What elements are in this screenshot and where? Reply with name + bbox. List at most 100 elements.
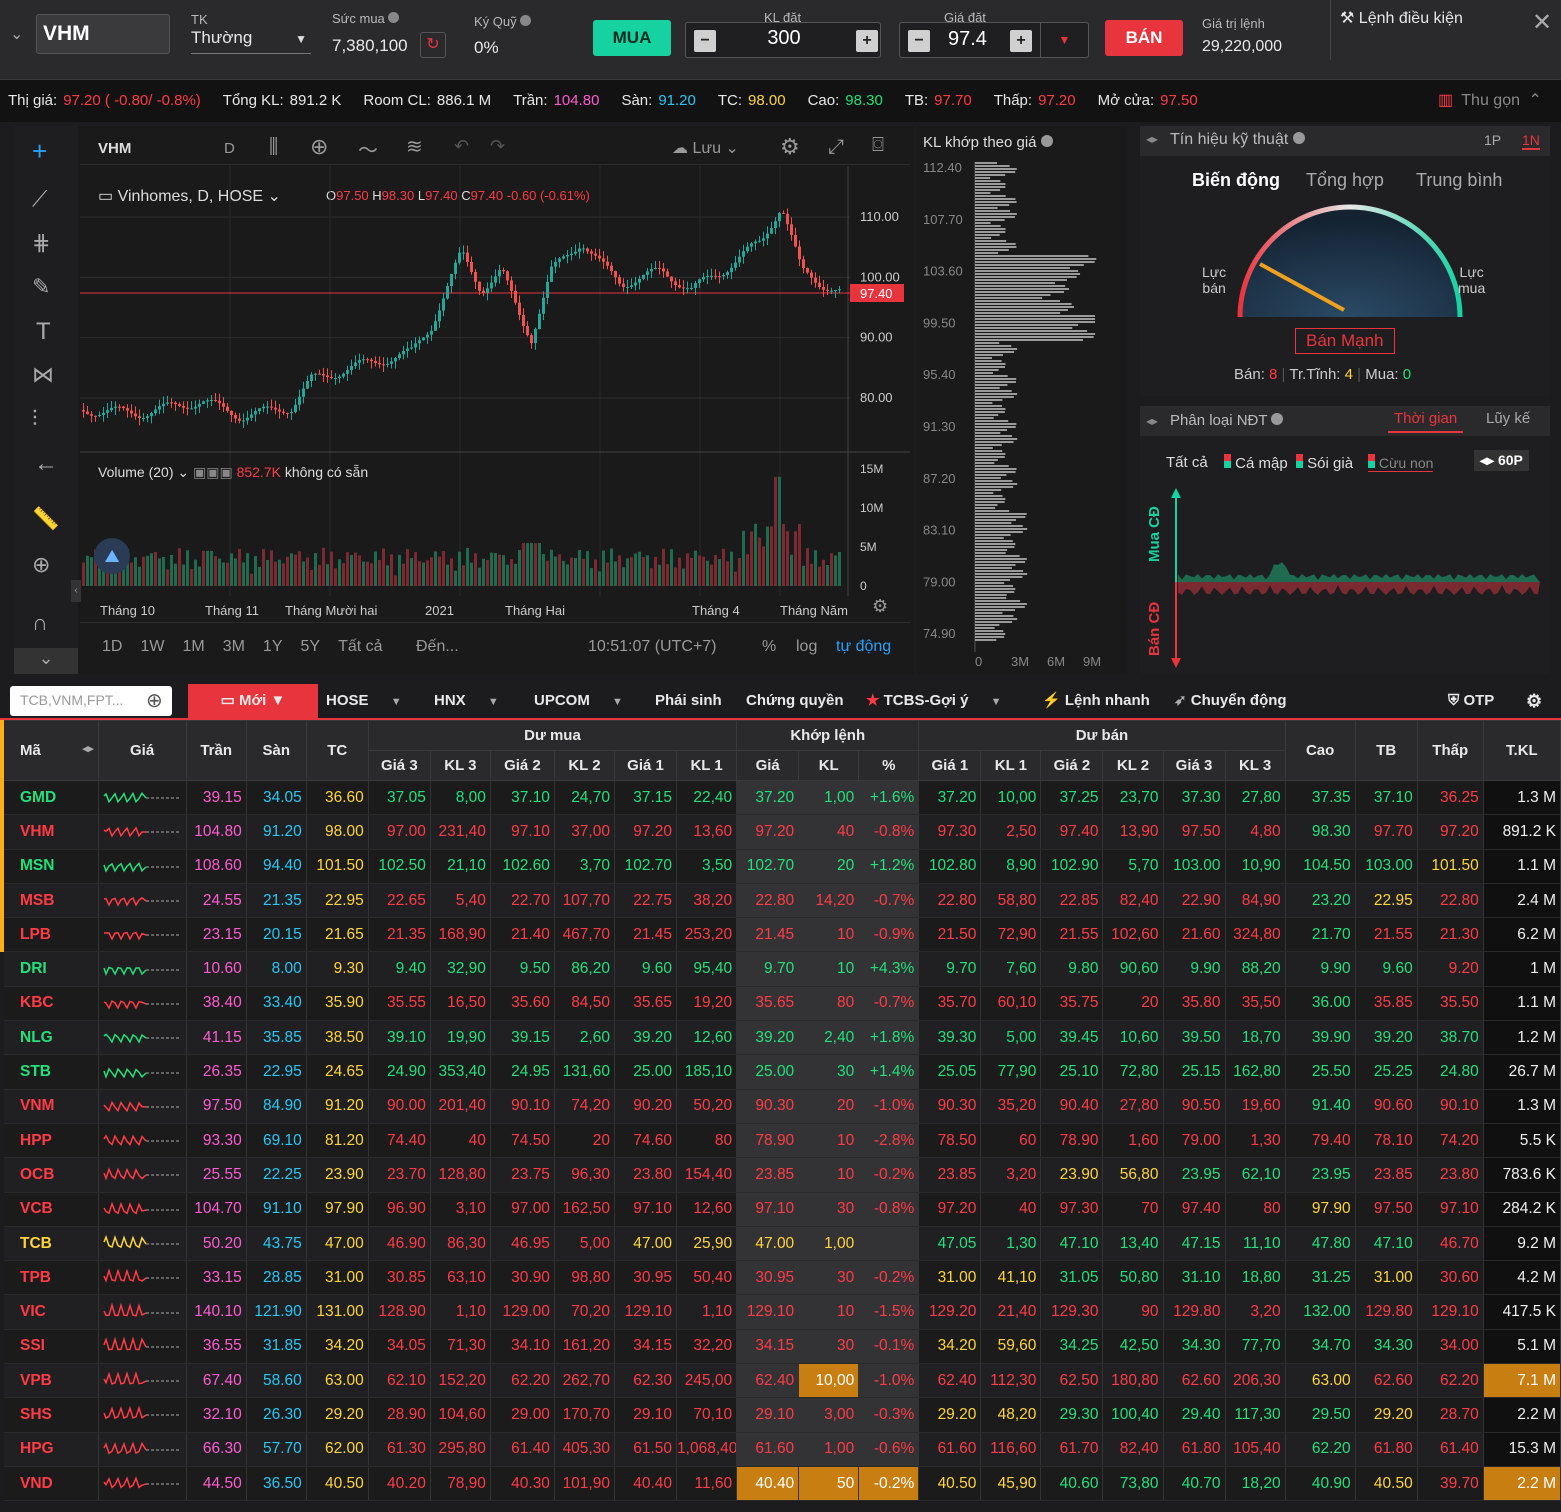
table-row[interactable]: HPG 66.30 57.70 62.00 61.30 295,80 61.40 405,30… xyxy=(2,1432,1561,1467)
plus-icon[interactable]: + xyxy=(856,30,878,52)
col-sub[interactable]: KL xyxy=(798,750,860,781)
table-row[interactable]: VIC 140.10 121.90 131.00 128.90 1,10 129.00 70,… xyxy=(2,1294,1561,1330)
period-select[interactable]: ◂▸ 60P xyxy=(1474,450,1529,471)
symbol-cell[interactable]: HPG xyxy=(2,1432,99,1467)
pitchfork-icon[interactable]: ⋕ xyxy=(32,230,50,256)
symbol-cell[interactable]: MSB xyxy=(0,883,99,919)
auto-toggle[interactable]: tự động xyxy=(836,638,891,656)
chevron-down-icon[interactable]: ⌄ xyxy=(10,24,23,44)
col-tb[interactable]: TB xyxy=(1354,720,1418,781)
symbol-input[interactable]: VHM xyxy=(36,14,170,54)
col-sub[interactable]: % xyxy=(858,750,920,781)
refresh-icon[interactable]: ↻ xyxy=(420,32,446,58)
col-san[interactable]: Sàn xyxy=(245,720,307,781)
tab-phai-sinh[interactable]: Phái sinh xyxy=(655,684,722,718)
price-stepper[interactable]: − 97.4 + ▼ xyxy=(899,22,1089,58)
crosshair-icon[interactable]: + xyxy=(32,136,47,167)
candle-type-icon[interactable]: ⫼ xyxy=(269,136,278,159)
filter-cuu-non[interactable]: Cừu non xyxy=(1368,454,1434,472)
sell-button[interactable]: BÁN xyxy=(1105,20,1183,56)
caret-down-icon[interactable]: ▼ xyxy=(1040,23,1088,57)
col-sub[interactable]: KL 3 xyxy=(429,750,491,781)
filter-soi-gia[interactable]: Sói già xyxy=(1296,454,1353,472)
drag-handle-icon[interactable]: ◂▸ xyxy=(1146,414,1158,428)
col-thap[interactable]: Thấp xyxy=(1416,720,1484,781)
col-tkl[interactable]: T.KL xyxy=(1482,720,1561,781)
table-row[interactable]: SSI 36.55 31.85 34.20 34.05 71,30 34.10 161,20 3… xyxy=(2,1329,1561,1365)
col-sub[interactable]: KL 1 xyxy=(676,750,738,781)
col-sub[interactable]: Giá 3 xyxy=(1162,750,1226,781)
col-tran[interactable]: Trần xyxy=(185,720,247,781)
range-button[interactable]: 3M xyxy=(223,638,245,655)
col-sub[interactable]: Giá 2 xyxy=(489,750,555,781)
tab-luy-ke[interactable]: Lũy kế xyxy=(1486,410,1530,427)
drag-handle-icon[interactable]: ◂▸ xyxy=(1146,132,1158,146)
quantity-value[interactable]: 300 xyxy=(686,27,882,50)
table-row[interactable]: DRI 10.60 8.00 9.30 9.40 32,90 9.50 86,20 9.60 95… xyxy=(2,951,1561,987)
redo-icon[interactable]: ↷ xyxy=(490,136,505,157)
table-row[interactable]: NLG 41.15 35.85 38.50 39.10 19,90 39.15 2,60 39.… xyxy=(2,1020,1561,1056)
symbol-cell[interactable]: NLG xyxy=(2,1020,99,1056)
table-row[interactable]: TCB 50.20 43.75 47.00 46.90 86,30 46.95 5,00 47.… xyxy=(2,1226,1561,1262)
trendline-icon[interactable]: ⟋ xyxy=(32,186,47,212)
table-row[interactable]: HPP 93.30 69.10 81.20 74.40 40 74.50 20 74.60 80 7… xyxy=(2,1123,1561,1159)
table-row[interactable]: OCB 25.55 22.25 23.90 23.70 128,80 23.75 96,30 2… xyxy=(2,1157,1561,1193)
col-sub[interactable]: Giá 1 xyxy=(613,750,678,781)
log-toggle[interactable]: log xyxy=(796,638,817,656)
candlestick-chart[interactable]: 110.00 100.00 90.00 80.00 97.40 15M 10M 5M 0 Thán… xyxy=(80,166,910,636)
symbol-cell[interactable]: GMD xyxy=(0,780,99,816)
col-sub[interactable]: Giá 1 xyxy=(918,750,982,781)
symbol-cell[interactable]: VNM xyxy=(2,1089,99,1124)
symbol-cell[interactable]: SHS xyxy=(2,1397,99,1433)
col-cao[interactable]: Cao xyxy=(1284,720,1356,781)
table-row[interactable]: VCB 104.70 91.10 97.90 96.90 3,10 97.00 162,50 9… xyxy=(2,1192,1561,1227)
fullscreen-icon[interactable]: ⤢ xyxy=(828,136,844,159)
undo-icon[interactable]: ↶ xyxy=(454,136,469,157)
symbol-cell[interactable]: OCB xyxy=(2,1157,99,1193)
tab-upcom[interactable]: UPCOM ▼ xyxy=(534,684,623,718)
symbol-cell[interactable]: VND xyxy=(2,1466,99,1502)
back-arrow-icon[interactable]: ← xyxy=(34,450,58,478)
collapse-button[interactable]: ▥ Thu gọn ⌃ xyxy=(1438,80,1546,122)
plus-icon[interactable]: + xyxy=(1010,30,1032,52)
filter-all[interactable]: Tất cả xyxy=(1166,454,1208,471)
tab-thoi-gian[interactable]: Thời gian xyxy=(1388,410,1464,433)
compare-icon[interactable]: ≋ xyxy=(406,134,423,159)
measure-icon[interactable]: ⫶ xyxy=(32,406,38,432)
period-1n[interactable]: 1N xyxy=(1522,132,1540,150)
range-button[interactable]: 1M xyxy=(182,638,204,655)
symbol-cell[interactable]: STB xyxy=(2,1054,99,1090)
account-select[interactable]: Thường ▼ xyxy=(191,28,311,54)
expand-toolbar-icon[interactable]: ⌄ xyxy=(14,648,78,674)
tab-hose[interactable]: HOSE ▼ xyxy=(326,684,402,718)
close-icon[interactable]: ✕ xyxy=(1532,8,1552,37)
table-row[interactable]: VHM 104.80 91.20 98.00 97.00 231,40 97.10 37,00… xyxy=(0,814,1561,850)
tab-trung-binh[interactable]: Trung bình xyxy=(1416,170,1502,191)
tab-hnx[interactable]: HNX ▼ xyxy=(434,684,499,718)
symbol-cell[interactable]: KBC xyxy=(2,986,99,1022)
col-sub[interactable]: KL 1 xyxy=(980,750,1042,781)
tab-lenh-nhanh[interactable]: ⚡ Lệnh nhanh xyxy=(1042,684,1150,718)
collapse-left-icon[interactable]: ‹ xyxy=(71,580,81,602)
symbol-cell[interactable]: SSI xyxy=(2,1329,99,1365)
table-row[interactable]: VPB 67.40 58.60 63.00 62.10 152,20 62.20 262,70… xyxy=(2,1363,1561,1399)
add-icon[interactable]: ⊕ xyxy=(146,688,163,713)
symbol-cell[interactable]: VHM xyxy=(0,814,99,850)
symbol-cell[interactable]: VCB xyxy=(2,1192,99,1227)
col-sub[interactable]: KL 2 xyxy=(553,750,615,781)
table-row[interactable]: TPB 33.15 28.85 31.00 30.85 63,10 30.90 98,80 30… xyxy=(2,1260,1561,1296)
conditional-order-button[interactable]: ⚒ Lệnh điều kiện xyxy=(1340,8,1463,28)
minus-icon[interactable]: − xyxy=(908,30,930,52)
range-button[interactable]: 1D xyxy=(102,638,122,655)
symbol-search-input[interactable]: TCB,VNM,FPT... ⊕ xyxy=(10,686,172,716)
table-row[interactable]: LPB 23.15 20.15 21.65 21.35 168,90 21.40 467,70… xyxy=(0,917,1561,953)
col-sub[interactable]: KL 3 xyxy=(1224,750,1286,781)
range-button[interactable]: 5Y xyxy=(301,638,321,655)
tab-chuyen-dong[interactable]: ➶ Chuyển động xyxy=(1174,684,1287,718)
pattern-icon[interactable]: ⋈ xyxy=(32,362,54,388)
symbol-cell[interactable]: VPB xyxy=(2,1363,99,1399)
settings-icon[interactable]: ⚙ xyxy=(872,596,888,617)
col-ma[interactable]: Mã ◂▸ xyxy=(0,720,99,781)
col-gia[interactable]: Giá xyxy=(97,720,187,781)
settings-icon[interactable]: ⚙ xyxy=(780,134,800,160)
